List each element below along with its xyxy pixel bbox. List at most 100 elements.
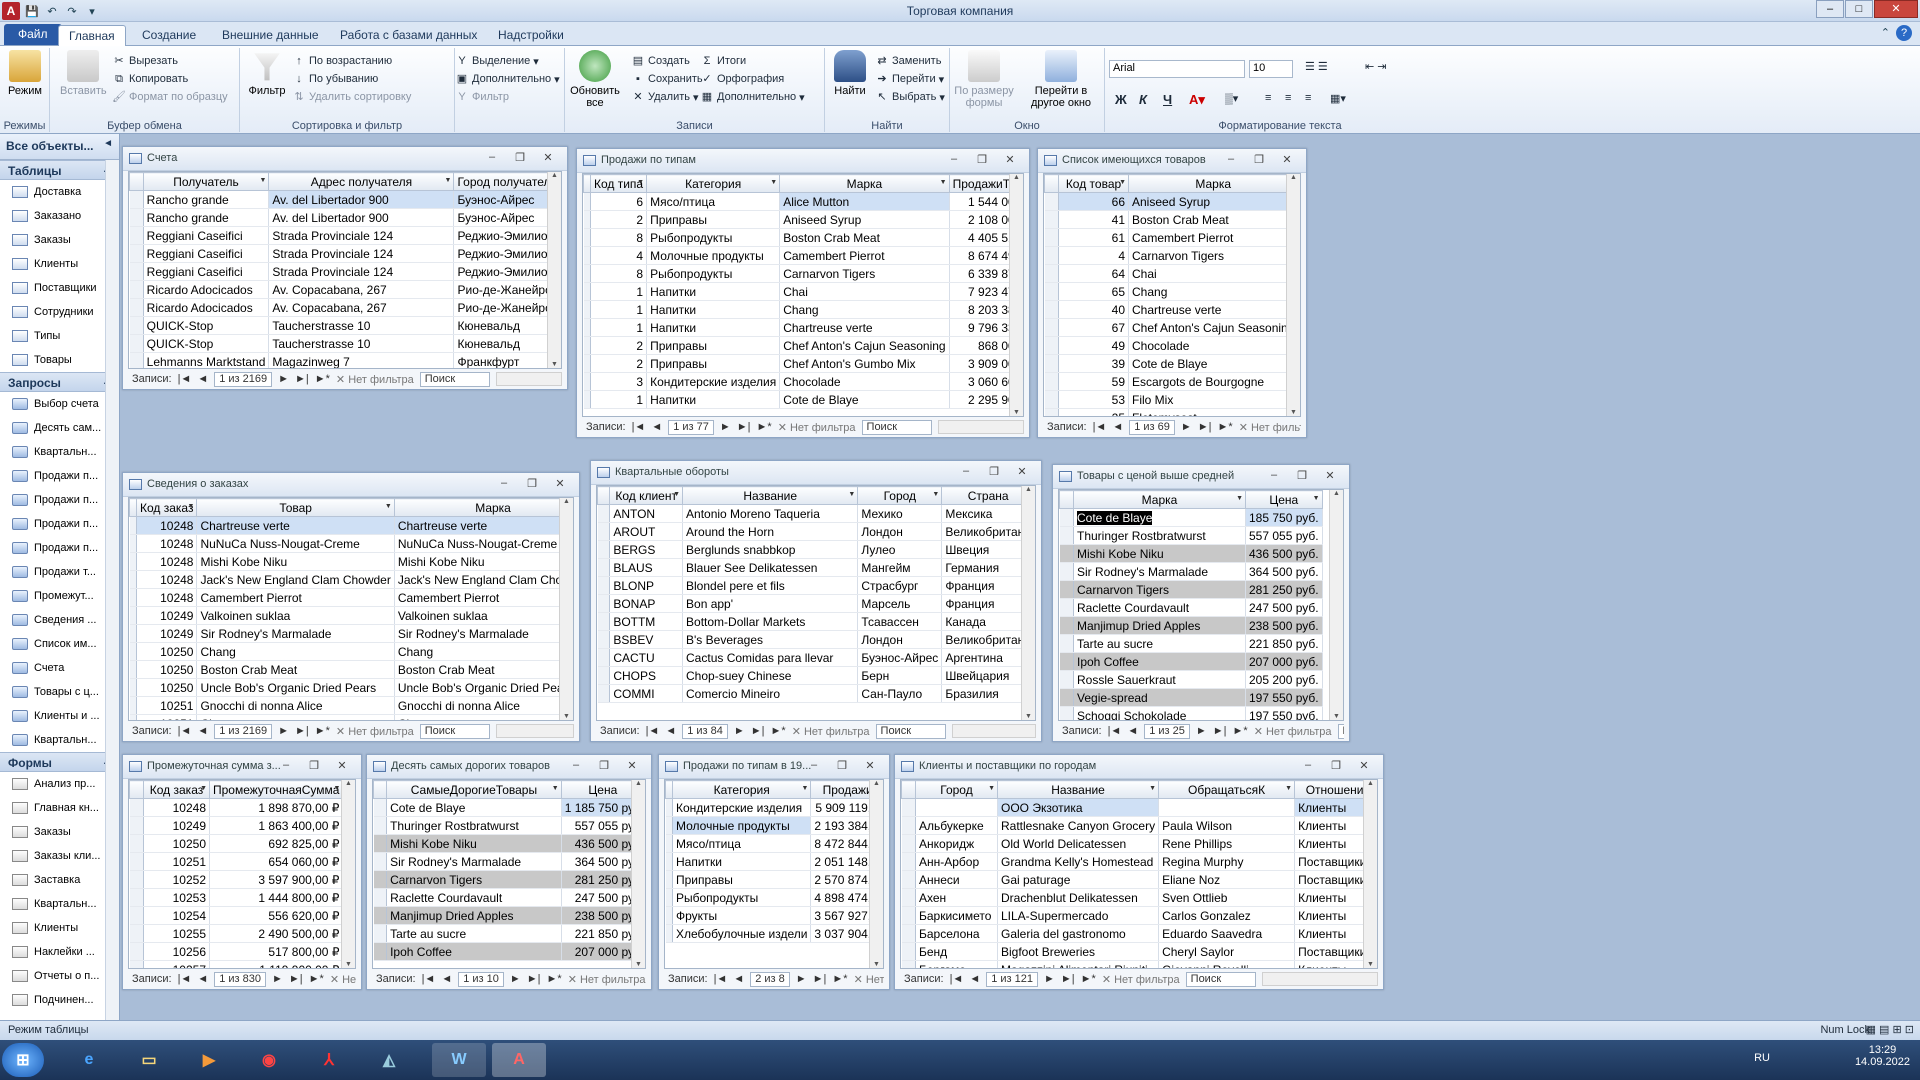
row-selector[interactable] bbox=[129, 906, 144, 925]
table-cell[interactable]: Рио-де-Жанейро bbox=[453, 280, 561, 299]
table-cell[interactable]: Carlos Gonzalez bbox=[1158, 906, 1296, 925]
column-header[interactable]: ПромежуточнаяСумма ▼ bbox=[208, 780, 344, 799]
window-restore-icon[interactable]: ❐ bbox=[1293, 469, 1311, 482]
row-selector[interactable] bbox=[583, 228, 591, 247]
table-cell[interactable]: NuNuCa Nuss-Nougat-Creme bbox=[394, 534, 573, 553]
table-cell[interactable]: Camembert Pierrot bbox=[196, 588, 395, 607]
table-cell[interactable]: Бенд bbox=[915, 942, 998, 961]
copy-button[interactable]: ⧉ Копировать bbox=[112, 72, 188, 86]
indent-icon[interactable]: ⇤ ⇥ bbox=[1365, 60, 1387, 73]
table-cell[interactable]: 10249 bbox=[136, 606, 198, 625]
horizontal-scrollbar[interactable] bbox=[937, 420, 1024, 434]
row-selector[interactable] bbox=[373, 816, 388, 835]
table-cell[interactable]: 185 750 руб. bbox=[1245, 508, 1323, 527]
next-record-icon[interactable]: ► bbox=[278, 725, 289, 737]
table-row[interactable]: 1НапиткиChai7 923 475,0( bbox=[583, 282, 1023, 301]
datasheet-grid[interactable]: СамыеДорогиеТовары▼Цена▼Cote de Blaye1 1… bbox=[372, 779, 646, 969]
table-row[interactable]: 1НапиткиChang8 203 385,0( bbox=[583, 300, 1023, 319]
column-header[interactable]: Категория ▼ bbox=[671, 780, 812, 799]
table-cell[interactable]: Manjimup Dried Apples bbox=[386, 906, 562, 925]
no-filter-indicator[interactable]: ✕ Нет фильтра bbox=[330, 973, 356, 986]
table-cell[interactable]: 10248 bbox=[136, 516, 198, 535]
row-selector[interactable] bbox=[1044, 210, 1059, 229]
table-cell[interactable]: Альбукерке bbox=[915, 816, 998, 835]
row-selector[interactable] bbox=[373, 942, 388, 961]
record-position-input[interactable]: 1 из 10 bbox=[458, 971, 504, 987]
column-filter-icon[interactable]: ▼ bbox=[552, 785, 559, 792]
table-cell[interactable]: 238 500 руб. bbox=[1245, 616, 1323, 635]
row-selector[interactable] bbox=[129, 262, 144, 281]
table-row[interactable]: 10250 Boston Crab Meat Boston Crab Meat bbox=[129, 660, 573, 679]
table-cell[interactable]: Magazzini Alimentari Riuniti bbox=[997, 960, 1160, 968]
table-row[interactable]: Mishi Kobe Niku 436 500 руб. bbox=[1059, 544, 1323, 563]
last-record-icon[interactable]: ►| bbox=[289, 973, 303, 985]
new-record-nav-icon[interactable]: ►* bbox=[315, 725, 330, 737]
table-cell[interactable]: Приправы bbox=[672, 870, 812, 889]
row-selector[interactable] bbox=[597, 522, 611, 541]
column-filter-icon[interactable]: ▼ bbox=[932, 491, 939, 498]
table-cell[interactable]: Magazinweg 7 bbox=[268, 352, 455, 368]
window-close-icon[interactable]: ✕ bbox=[861, 759, 879, 772]
select-all-cell[interactable] bbox=[901, 780, 916, 799]
table-cell[interactable]: Chang bbox=[394, 642, 573, 661]
row-selector[interactable] bbox=[665, 816, 673, 835]
table-cell[interactable]: 61 bbox=[1058, 228, 1129, 247]
column-header[interactable]: Категория ▼ bbox=[646, 174, 781, 193]
table-row[interactable]: Reggiani Caseifici Strada Provinciale 124… bbox=[129, 226, 561, 245]
prev-record-icon[interactable]: ◄ bbox=[665, 725, 676, 737]
row-selector[interactable] bbox=[583, 318, 591, 337]
vertical-scrollbar[interactable] bbox=[1329, 490, 1343, 720]
table-cell[interactable]: Chop-suey Chinese bbox=[682, 666, 859, 685]
table-cell[interactable]: Drachenblut Delikatessen bbox=[997, 888, 1160, 907]
next-record-icon[interactable]: ► bbox=[734, 725, 745, 737]
table-cell[interactable]: Реджио-Эмилио bbox=[453, 244, 561, 263]
row-selector[interactable] bbox=[129, 834, 144, 853]
table-cell[interactable]: Av. del Libertador 900 bbox=[268, 208, 455, 227]
table-cell[interactable]: Filo Mix bbox=[1128, 390, 1299, 409]
column-header[interactable]: Марка▼ bbox=[1127, 174, 1299, 193]
window-minimize-icon[interactable]: – bbox=[483, 151, 501, 163]
table-cell[interactable]: Cote de Blaye bbox=[1073, 508, 1246, 527]
window-close-icon[interactable]: ✕ bbox=[551, 477, 569, 490]
table-cell[interactable]: Chef Anton's Cajun Seasoning bbox=[1128, 318, 1299, 337]
table-cell[interactable]: Giovanni Rovelli bbox=[1158, 960, 1296, 968]
selection-button[interactable]: Y Выделение ▾ bbox=[455, 54, 539, 68]
window-title-bar[interactable]: Продажи по типам в 19... bbox=[659, 755, 889, 779]
last-record-icon[interactable]: ►| bbox=[295, 373, 309, 385]
column-filter-icon[interactable]: ▼ bbox=[445, 177, 452, 184]
tab-file[interactable]: Файл bbox=[4, 24, 62, 45]
table-row[interactable]: ANTON Antonio Moreno Taqueria Мехико Мексик… bbox=[597, 504, 1035, 523]
row-selector[interactable] bbox=[665, 852, 673, 871]
window-close-icon[interactable]: ✕ bbox=[1278, 153, 1296, 166]
column-header[interactable]: Код товар ▼ bbox=[1058, 174, 1129, 193]
row-selector[interactable] bbox=[1044, 282, 1059, 301]
table-row[interactable]: Rancho grande Av. del Libertador 900 Буэно… bbox=[129, 208, 561, 227]
table-cell[interactable]: Cheryl Saylor bbox=[1158, 942, 1296, 961]
row-selector[interactable] bbox=[1059, 526, 1074, 545]
window-minimize-icon[interactable]: – bbox=[495, 477, 513, 489]
table-row[interactable]: QUICK-Stop Taucherstrasse 10 Кюневальд bbox=[129, 334, 561, 353]
column-header[interactable]: СамыеДорогиеТовары ▼ bbox=[386, 780, 562, 799]
row-selector[interactable] bbox=[129, 624, 137, 643]
select-all-cell[interactable] bbox=[129, 498, 137, 517]
table-cell[interactable]: Ricardo Adocicados bbox=[143, 280, 270, 299]
table-row[interactable]: Альбукерке Rattlesnake Canyon Grocery Paul… bbox=[901, 816, 1376, 835]
table-cell[interactable]: 436 500 руб. bbox=[1245, 544, 1323, 563]
table-row[interactable]: 1НапиткиChartreuse verte9 796 330,0( bbox=[583, 318, 1023, 337]
table-cell[interactable]: Av. Copacabana, 267 bbox=[268, 298, 455, 317]
table-cell[interactable]: 10250 bbox=[136, 678, 198, 697]
table-cell[interactable]: Carnarvon Tigers bbox=[386, 870, 562, 889]
table-cell[interactable]: Rene Phillips bbox=[1158, 834, 1296, 853]
table-row[interactable]: 8РыбопродуктыCarnarvon Tigers6 339 879,9… bbox=[583, 264, 1023, 283]
record-position-input[interactable]: 2 из 8 bbox=[750, 971, 790, 987]
table-cell[interactable]: 197 550 руб. bbox=[1245, 688, 1323, 707]
vertical-scrollbar[interactable] bbox=[869, 780, 883, 968]
access-taskbar-icon[interactable]: A bbox=[492, 1043, 546, 1077]
row-selector[interactable] bbox=[373, 798, 388, 817]
record-position-input[interactable]: 1 из 830 bbox=[214, 971, 266, 987]
table-cell[interactable]: 64 bbox=[1058, 264, 1129, 283]
table-cell[interactable]: Valkoinen suklaa bbox=[394, 606, 573, 625]
row-selector[interactable] bbox=[373, 852, 388, 871]
table-row[interactable]: Ipoh Coffee 207 000 руб bbox=[373, 942, 645, 961]
table-cell[interactable]: Regina Murphy bbox=[1158, 852, 1296, 871]
